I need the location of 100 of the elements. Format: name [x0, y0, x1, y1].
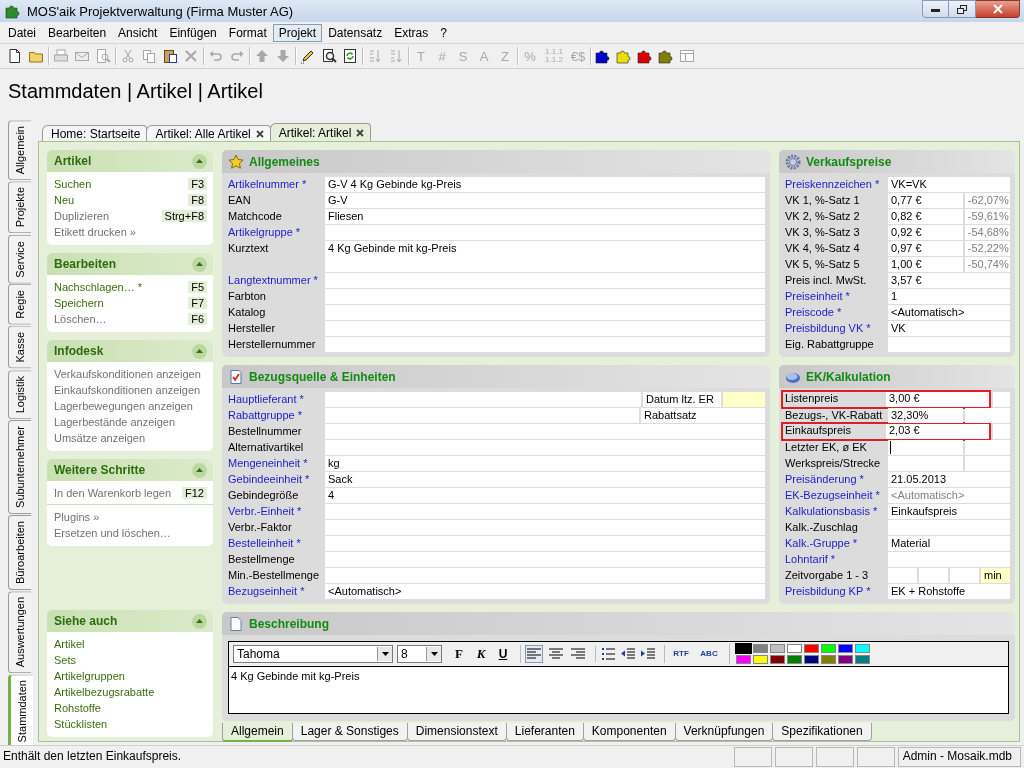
- document-tab[interactable]: Home: Startseite: [42, 125, 148, 141]
- color-swatch[interactable]: [804, 655, 819, 664]
- input-field[interactable]: [325, 392, 641, 407]
- task-link[interactable]: Artikelbezugsrabatte: [54, 686, 155, 698]
- align-left-button[interactable]: [525, 645, 543, 663]
- side-tab[interactable]: Büroarbeiten: [8, 514, 31, 590]
- input-field[interactable]: [964, 456, 1010, 471]
- color-swatch[interactable]: [855, 655, 870, 664]
- color-swatch[interactable]: [838, 655, 853, 664]
- new-document-icon[interactable]: [7, 48, 23, 64]
- menu-item[interactable]: Einfügen: [163, 23, 223, 42]
- side-tab[interactable]: Regie: [8, 284, 31, 326]
- input-field[interactable]: Einkaufspreis: [888, 504, 1010, 519]
- spellcheck-button[interactable]: ABC: [697, 645, 721, 663]
- input-field[interactable]: EK + Rohstoffe: [888, 584, 1010, 599]
- color-swatch[interactable]: [804, 644, 819, 653]
- task-link[interactable]: Neu: [54, 194, 75, 206]
- input-field[interactable]: <Automatisch>: [325, 584, 765, 599]
- input-field[interactable]: [723, 392, 765, 407]
- input-field[interactable]: VK=VK: [888, 177, 1010, 192]
- input-field[interactable]: [888, 552, 1010, 567]
- input-field[interactable]: [964, 440, 1010, 455]
- restore-button[interactable]: [949, 0, 976, 18]
- puzzle-piece-icon[interactable]: [658, 48, 674, 64]
- side-tab[interactable]: Logistik: [8, 369, 31, 419]
- indent-icon[interactable]: [640, 646, 656, 662]
- input-field[interactable]: 32,30%: [888, 408, 963, 423]
- underline-button[interactable]: U: [494, 645, 512, 663]
- color-swatch[interactable]: [787, 655, 802, 664]
- color-swatch[interactable]: [821, 644, 836, 653]
- color-swatch[interactable]: [753, 644, 768, 653]
- input-field[interactable]: [919, 568, 948, 583]
- input-field[interactable]: [325, 552, 765, 567]
- font-size-dropdown[interactable]: 8: [397, 645, 442, 663]
- bottom-tab[interactable]: Dimensionstext: [406, 723, 507, 741]
- menu-item[interactable]: Bearbeiten: [42, 23, 113, 42]
- input-field[interactable]: [325, 504, 765, 519]
- color-swatch[interactable]: [838, 644, 853, 653]
- input-field[interactable]: [325, 337, 765, 352]
- input-field[interactable]: -54,68%: [964, 225, 1010, 240]
- input-field[interactable]: [888, 456, 963, 471]
- input-field[interactable]: 0,92 €: [888, 225, 963, 240]
- input-field[interactable]: [325, 225, 765, 240]
- document-tab[interactable]: Artikel: Artikel: [269, 123, 372, 141]
- input-field[interactable]: kg: [325, 456, 765, 471]
- input-field[interactable]: 3,57 €: [888, 273, 1010, 288]
- input-field[interactable]: 4 Kg Gebinde mit kg-Preis: [325, 241, 765, 272]
- document-tab[interactable]: Artikel: Alle Artikel: [146, 125, 271, 141]
- input-field[interactable]: [888, 440, 963, 455]
- task-link[interactable]: Stücklisten: [54, 718, 108, 730]
- side-tab[interactable]: Subunternehmer: [8, 420, 31, 514]
- task-link[interactable]: Sets: [54, 654, 76, 666]
- menu-item[interactable]: Datensatz: [322, 23, 389, 42]
- bullet-list-icon[interactable]: [600, 646, 616, 662]
- input-field[interactable]: G-V 4 Kg Gebinde kg-Preis: [325, 177, 765, 192]
- input-field[interactable]: [888, 337, 1010, 352]
- menu-item[interactable]: ?: [434, 23, 453, 42]
- input-field[interactable]: [325, 424, 765, 439]
- puzzle-piece-icon[interactable]: [595, 48, 611, 64]
- input-field[interactable]: [993, 424, 1010, 439]
- input-field[interactable]: [325, 321, 765, 336]
- minimize-button[interactable]: [922, 0, 949, 18]
- bottom-tab[interactable]: Komponenten: [582, 723, 676, 741]
- paste-icon[interactable]: [162, 48, 178, 64]
- input-field[interactable]: [325, 289, 765, 304]
- input-field[interactable]: -59,61%: [964, 209, 1010, 224]
- font-dropdown[interactable]: Tahoma: [233, 645, 393, 663]
- input-field[interactable]: <Automatisch>: [888, 488, 1010, 503]
- task-link[interactable]: Artikelgruppen: [54, 670, 125, 682]
- input-field[interactable]: 0,97 €: [888, 241, 963, 256]
- close-icon[interactable]: [356, 128, 365, 137]
- input-field[interactable]: 1: [888, 289, 1010, 304]
- input-field[interactable]: VK: [888, 321, 1010, 336]
- task-link[interactable]: Rohstoffe: [54, 702, 101, 714]
- bottom-tab[interactable]: Verknüpfungen: [674, 723, 774, 741]
- color-swatch[interactable]: [753, 655, 768, 664]
- input-field[interactable]: -52,22%: [964, 241, 1010, 256]
- color-swatch[interactable]: [787, 644, 802, 653]
- menu-item[interactable]: Projekt: [272, 23, 323, 42]
- pencil-icon[interactable]: [300, 48, 316, 64]
- rtf-button[interactable]: RTF: [669, 645, 693, 663]
- input-field[interactable]: 21.05.2013: [888, 472, 1010, 487]
- bottom-tab[interactable]: Lieferanten: [505, 723, 584, 741]
- puzzle-piece-icon[interactable]: [637, 48, 653, 64]
- collapse-button[interactable]: [192, 462, 207, 478]
- collapse-button[interactable]: [192, 153, 207, 169]
- input-field[interactable]: [888, 520, 1010, 535]
- side-tab[interactable]: Projekte: [8, 181, 31, 234]
- bold-button[interactable]: F: [450, 645, 468, 663]
- refresh-icon[interactable]: [342, 48, 358, 64]
- input-field[interactable]: [325, 440, 765, 455]
- collapse-button[interactable]: [192, 256, 207, 272]
- input-field[interactable]: [888, 568, 917, 583]
- close-icon[interactable]: [255, 129, 264, 138]
- input-field[interactable]: [325, 520, 765, 535]
- close-button[interactable]: [976, 0, 1020, 18]
- search-icon[interactable]: [321, 48, 337, 64]
- input-field[interactable]: Sack: [325, 472, 765, 487]
- side-tab[interactable]: Service: [8, 234, 31, 284]
- collapse-button[interactable]: [192, 343, 207, 359]
